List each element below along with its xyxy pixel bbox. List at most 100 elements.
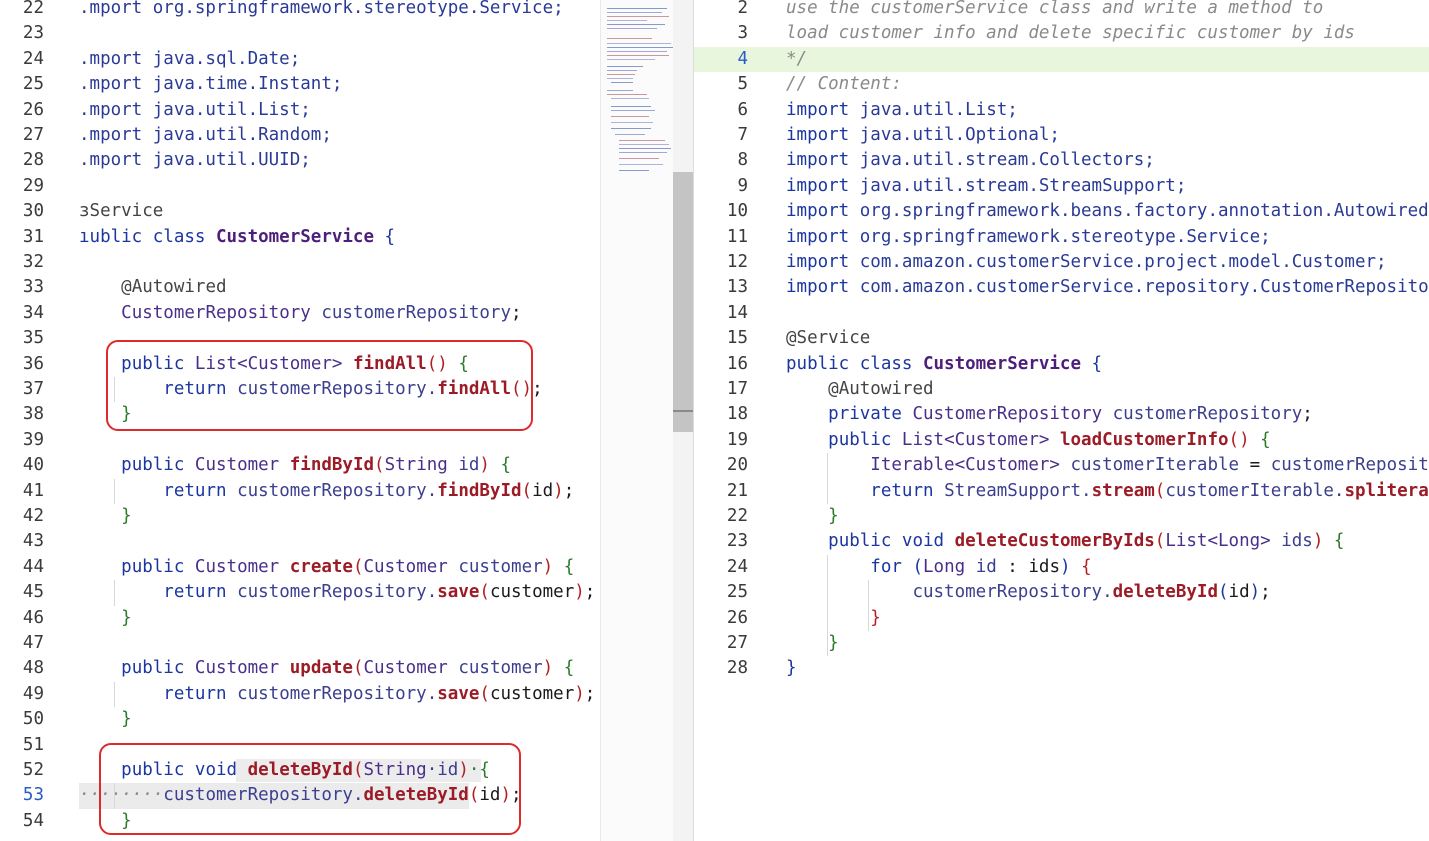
code-line[interactable]: 43 — [0, 529, 600, 554]
code-text[interactable]: return customerRepository.findAll(); — [79, 377, 542, 402]
code-text[interactable]: public void deleteCustomerByIds(List<Lon… — [786, 529, 1344, 554]
line-number[interactable]: 22 — [694, 504, 748, 529]
code-text[interactable]: import java.util.stream.Collectors; — [786, 148, 1155, 173]
line-number[interactable]: 49 — [0, 682, 44, 707]
code-line[interactable]: 9 import java.util.stream.StreamSupport; — [694, 174, 1429, 199]
code-text[interactable]: } — [786, 504, 839, 529]
line-number[interactable]: 43 — [0, 529, 44, 554]
line-number[interactable]: 11 — [694, 225, 748, 250]
line-number[interactable]: 23 — [694, 529, 748, 554]
code-line[interactable]: 50 } — [0, 707, 600, 732]
code-text[interactable]: customerRepository.deleteById(id); — [786, 580, 1270, 605]
code-text[interactable]: */ — [786, 47, 807, 72]
code-text[interactable]: import com.amazon.customerService.reposi… — [786, 275, 1429, 300]
code-line[interactable]: 33 @Autowired — [0, 275, 600, 300]
code-text[interactable]: CustomerRepository customerRepository; — [79, 301, 521, 326]
code-line[interactable]: 6 import java.util.List; — [694, 98, 1429, 123]
code-line[interactable]: 42 } — [0, 504, 600, 529]
code-line[interactable]: 47 — [0, 631, 600, 656]
line-number[interactable]: 3 — [694, 21, 748, 46]
code-line[interactable]: 19 public List<Customer> loadCustomerInf… — [694, 428, 1429, 453]
line-number[interactable]: 12 — [694, 250, 748, 275]
code-line[interactable]: 35 — [0, 326, 600, 351]
line-number[interactable]: 2 — [694, 0, 748, 21]
line-number[interactable]: 16 — [694, 352, 748, 377]
line-number[interactable]: 41 — [0, 479, 44, 504]
code-line[interactable]: 21 return StreamSupport.stream(customerI… — [694, 479, 1429, 504]
code-line[interactable]: 22 } — [694, 504, 1429, 529]
line-number[interactable]: 30 — [0, 199, 44, 224]
line-number[interactable]: 13 — [694, 275, 748, 300]
code-line[interactable]: 22 .mport org.springframework.stereotype.… — [0, 0, 600, 21]
line-number[interactable]: 26 — [694, 606, 748, 631]
code-text[interactable]: load customer info and delete specific c… — [786, 21, 1355, 46]
code-text[interactable]: @Service — [786, 326, 870, 351]
line-number[interactable]: 17 — [694, 377, 748, 402]
code-text[interactable]: import org.springframework.beans.factory… — [786, 199, 1429, 224]
code-line[interactable]: 44 public Customer create(Customer custo… — [0, 555, 600, 580]
code-text[interactable]: return customerRepository.findById(id); — [79, 479, 574, 504]
line-number[interactable]: 9 — [694, 174, 748, 199]
code-text[interactable]: .mport java.sql.Date; — [79, 47, 300, 72]
code-line[interactable]: 25 customerRepository.deleteById(id); — [694, 580, 1429, 605]
code-text[interactable]: import java.util.stream.StreamSupport; — [786, 174, 1186, 199]
line-number[interactable]: 32 — [0, 250, 44, 275]
code-text[interactable]: public void deleteById(String·id)·{ — [79, 758, 490, 783]
code-line[interactable]: 3 load customer info and delete specific … — [694, 21, 1429, 46]
code-line[interactable]: 27 .mport java.util.Random; — [0, 123, 600, 148]
line-number[interactable]: 28 — [694, 656, 748, 681]
line-number[interactable]: 29 — [0, 174, 44, 199]
line-number[interactable]: 48 — [0, 656, 44, 681]
code-line[interactable]: 31 ıublic class CustomerService { — [0, 225, 600, 250]
code-text[interactable]: import java.util.List; — [786, 98, 1018, 123]
code-text[interactable]: public Customer update(Customer customer… — [79, 656, 574, 681]
code-line[interactable]: 32 — [0, 250, 600, 275]
line-number[interactable]: 24 — [0, 47, 44, 72]
code-line[interactable]: 28 .mport java.util.UUID; — [0, 148, 600, 173]
code-text[interactable]: .mport java.time.Instant; — [79, 72, 342, 97]
code-line[interactable]: 40 public Customer findById(String id) { — [0, 453, 600, 478]
line-number[interactable]: 44 — [0, 555, 44, 580]
code-line[interactable]: 17 @Autowired — [694, 377, 1429, 402]
line-number[interactable]: 20 — [694, 453, 748, 478]
code-text[interactable]: .mport java.util.UUID; — [79, 148, 311, 173]
code-line[interactable]: 46 } — [0, 606, 600, 631]
line-number[interactable]: 25 — [0, 72, 44, 97]
code-text[interactable]: } — [79, 606, 132, 631]
line-number[interactable]: 5 — [694, 72, 748, 97]
code-text[interactable]: public List<Customer> findAll() { — [79, 352, 469, 377]
code-line[interactable]: 26 } — [694, 606, 1429, 631]
code-line[interactable]: 45 return customerRepository.save(custom… — [0, 580, 600, 605]
code-text[interactable]: Iterable<Customer> customerIterable = cu… — [786, 453, 1429, 478]
code-line[interactable]: 15 @Service — [694, 326, 1429, 351]
line-number[interactable]: 6 — [694, 98, 748, 123]
line-number[interactable]: 24 — [694, 555, 748, 580]
line-number[interactable]: 23 — [0, 21, 44, 46]
code-line[interactable]: 51 — [0, 733, 600, 758]
code-line[interactable]: 13 import com.amazon.customerService.repo… — [694, 275, 1429, 300]
code-line[interactable]: 53 ········customerRepository.deleteById(… — [0, 783, 600, 809]
code-text[interactable]: ········customerRepository.deleteById(id… — [79, 783, 522, 808]
left-editor[interactable]: 22 .mport org.springframework.stereotype.… — [0, 0, 600, 841]
line-number[interactable]: 4 — [694, 47, 748, 72]
line-number[interactable]: 46 — [0, 606, 44, 631]
line-number[interactable]: 34 — [0, 301, 44, 326]
code-line[interactable]: 7 import java.util.Optional; — [694, 123, 1429, 148]
code-text[interactable]: } — [79, 707, 132, 732]
code-text[interactable]: ɜService — [79, 199, 163, 224]
code-line[interactable]: 23 — [0, 21, 600, 46]
line-number[interactable]: 35 — [0, 326, 44, 351]
code-line[interactable]: 24 .mport java.sql.Date; — [0, 47, 600, 72]
code-line[interactable]: 16 public class CustomerService { — [694, 352, 1429, 377]
line-number[interactable]: 25 — [694, 580, 748, 605]
code-text[interactable]: for (Long id : ids) { — [786, 555, 1091, 580]
code-line[interactable]: 38 } — [0, 402, 600, 427]
code-line[interactable]: 41 return customerRepository.findById(id… — [0, 479, 600, 504]
code-text[interactable]: import org.springframework.stereotype.Se… — [786, 225, 1271, 250]
code-line[interactable]: 18 private CustomerRepository customerRe… — [694, 402, 1429, 427]
code-text[interactable]: } — [79, 504, 132, 529]
code-line[interactable]: 52 public void deleteById(String·id)·{ — [0, 758, 600, 783]
code-line[interactable]: 28} — [694, 656, 1429, 681]
code-line[interactable]: 39 — [0, 428, 600, 453]
line-number[interactable]: 38 — [0, 402, 44, 427]
